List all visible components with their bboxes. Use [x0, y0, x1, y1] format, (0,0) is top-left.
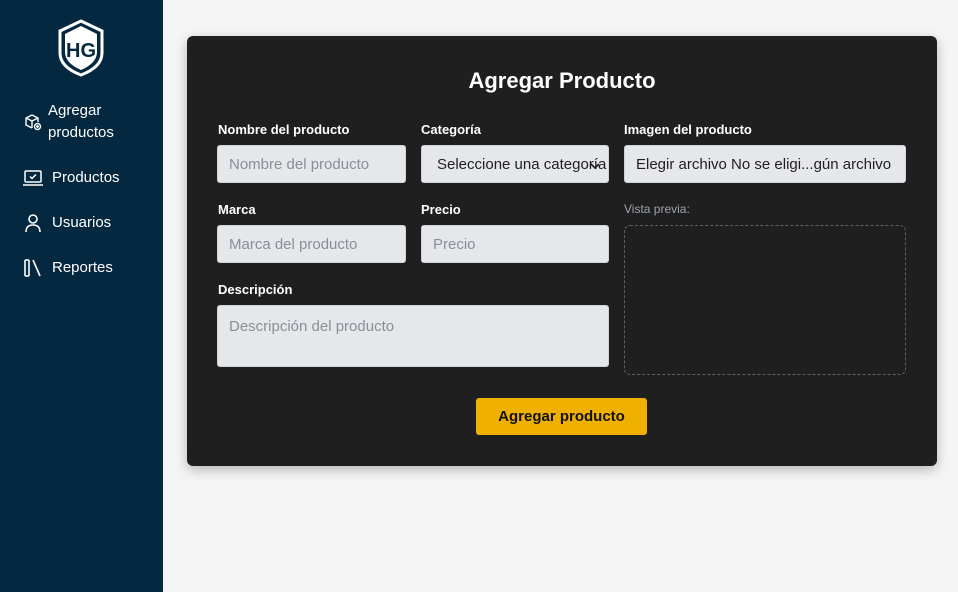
marca-label: Marca — [218, 202, 256, 217]
agregar-producto-button[interactable]: Agregar producto — [476, 398, 647, 435]
imagen-file-input[interactable]: Elegir archivo No se eligi...gún archivo — [624, 145, 906, 183]
chevron-down-icon — [590, 158, 600, 170]
laptop-check-icon — [22, 167, 44, 189]
descripcion-label: Descripción — [218, 282, 293, 297]
sidebar: HG Agregar productos Productos Usuarios — [0, 0, 163, 592]
sidebar-item-productos[interactable]: Productos — [22, 167, 120, 189]
logo-text: HG — [66, 40, 96, 62]
page-title: Agregar Producto — [468, 68, 656, 93]
categoria-select[interactable]: Seleccione una categoría — [421, 145, 609, 183]
nombre-label: Nombre del producto — [218, 122, 350, 137]
nombre-input[interactable]: Nombre del producto — [217, 145, 406, 183]
imagen-label: Imagen del producto — [624, 122, 752, 137]
books-icon — [22, 257, 44, 279]
sidebar-item-label: Reportes — [52, 259, 113, 276]
descripcion-textarea[interactable]: Descripción del producto — [217, 305, 609, 367]
categoria-label: Categoría — [421, 122, 481, 137]
image-preview-area — [624, 225, 906, 375]
sidebar-item-reportes[interactable]: Reportes — [22, 257, 113, 279]
precio-input[interactable]: Precio — [421, 225, 609, 263]
precio-label: Precio — [421, 202, 461, 217]
add-product-card: Agregar Producto Nombre del producto Nom… — [187, 36, 937, 466]
sidebar-item-label: Agregar productos — [48, 102, 114, 141]
sidebar-item-usuarios[interactable]: Usuarios — [22, 212, 111, 234]
preview-label: Vista previa: — [624, 202, 690, 216]
sidebar-item-label: Usuarios — [52, 214, 112, 231]
user-icon — [22, 212, 44, 234]
hg-logo[interactable]: HG — [56, 19, 106, 77]
box-add-icon — [22, 111, 44, 133]
categoria-selected-value: Seleccione una categoría — [437, 155, 607, 173]
sidebar-item-label: Productos — [52, 169, 120, 186]
sidebar-item-agregar-productos[interactable]: Agregar productos — [22, 100, 128, 144]
marca-input[interactable]: Marca del producto — [217, 225, 406, 263]
